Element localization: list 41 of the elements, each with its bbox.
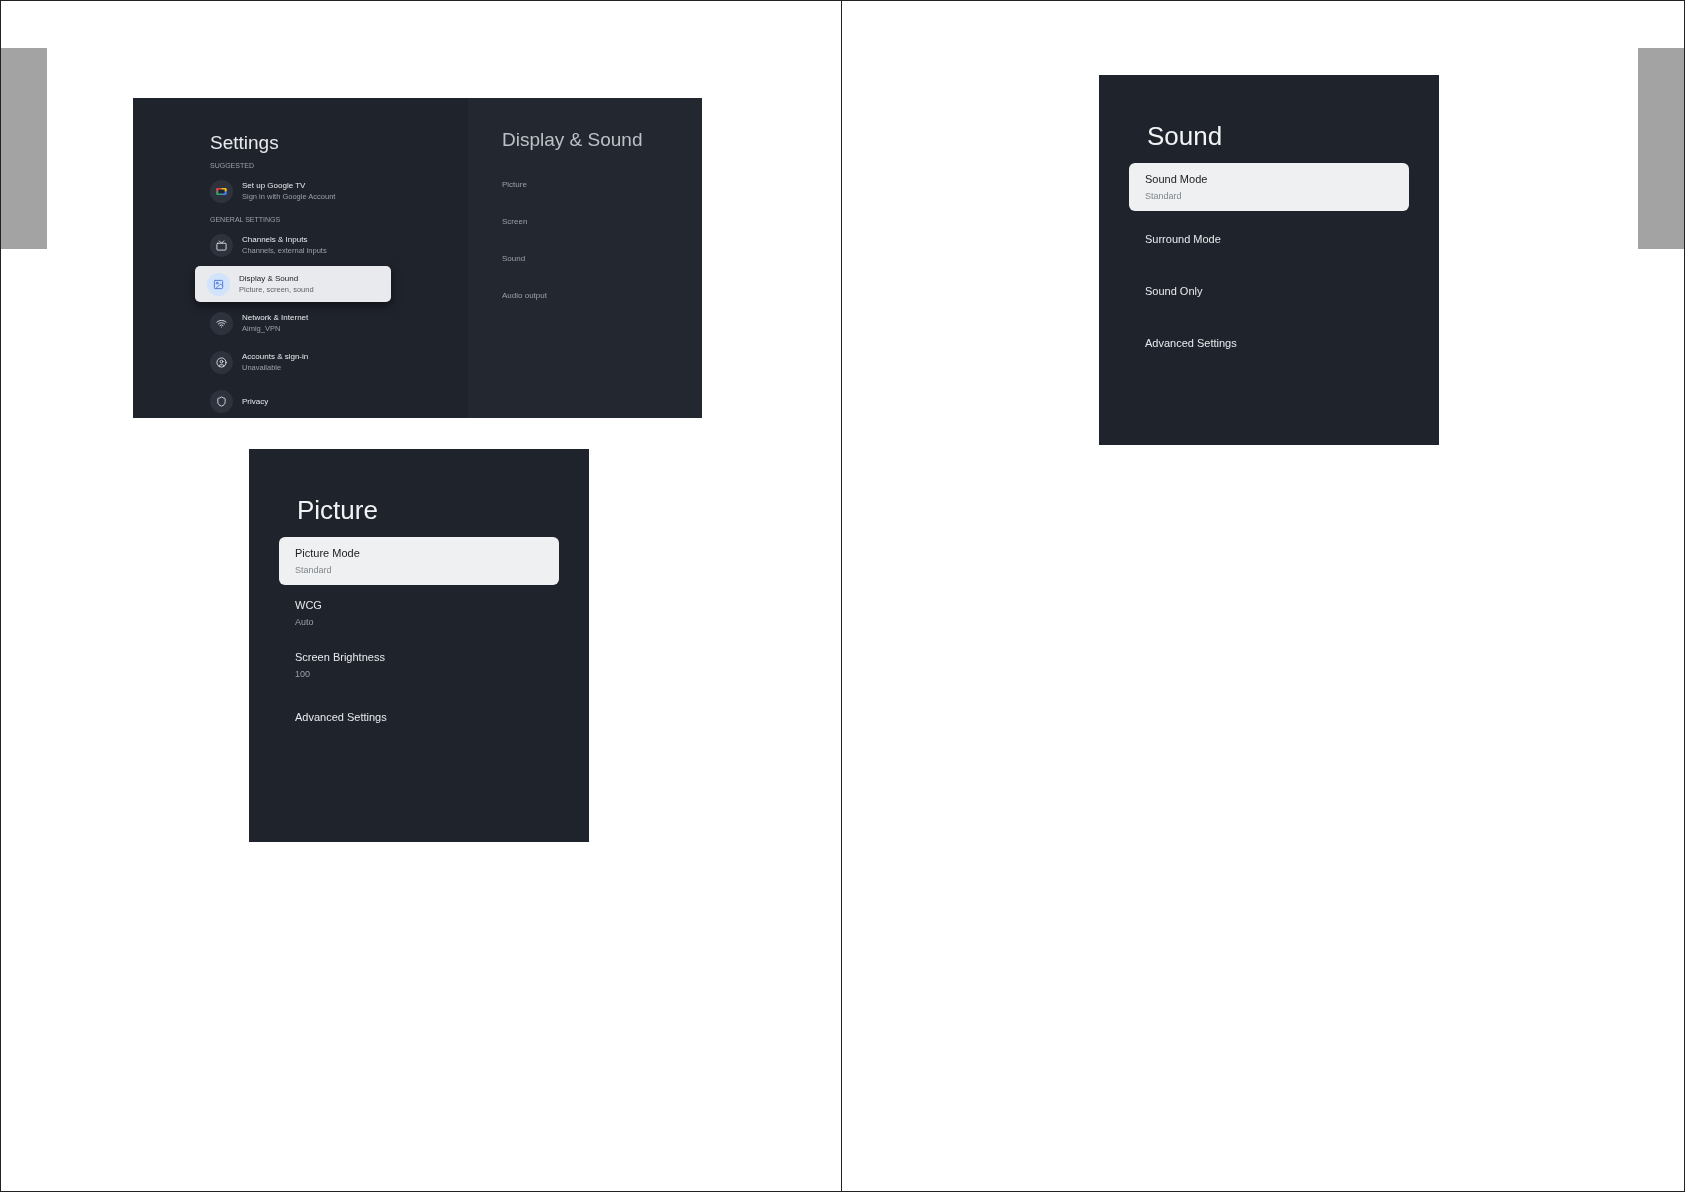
item-title: WCG <box>295 597 323 613</box>
item-subtitle: 100 <box>295 667 312 681</box>
item-title: Set up Google TV <box>242 180 307 191</box>
item-title: Surround Mode <box>1145 231 1222 247</box>
detail-item[interactable]: Picture <box>502 179 702 190</box>
settings-item[interactable]: Privacy <box>210 383 391 418</box>
screen-title: Settings <box>210 131 280 155</box>
detail-title: Display & Sound <box>502 128 644 152</box>
item-subtitle: Standard <box>1145 189 1183 203</box>
item-title: Accounts & sign-in <box>242 351 309 362</box>
menu-item[interactable]: Screen Brightness 100 <box>279 641 559 689</box>
item-title: Channels & Inputs <box>242 234 309 245</box>
menu-item[interactable]: Advanced Settings <box>279 693 559 741</box>
tv-logo-icon <box>216 185 227 197</box>
menu-item[interactable]: Surround Mode <box>1129 215 1409 263</box>
account-icon <box>216 356 227 368</box>
menu-item[interactable]: Picture Mode Standard <box>279 537 559 585</box>
shield-icon <box>216 395 227 407</box>
menu-item[interactable]: Sound Only <box>1129 267 1409 315</box>
menu-item[interactable]: Sound Mode Standard <box>1129 163 1409 211</box>
item-subtitle: Standard <box>295 563 333 577</box>
wifi-icon <box>216 317 227 329</box>
item-title: Network & Internet <box>242 312 309 323</box>
screen-title: Picture <box>296 494 379 527</box>
item-title: Sound Mode <box>1145 171 1209 187</box>
item-title: Sound Only <box>1145 283 1204 299</box>
monitor-icon <box>216 239 227 251</box>
item-title: Display & Sound <box>239 273 300 284</box>
item-title: Privacy <box>242 395 269 407</box>
menu-item[interactable]: WCG Auto <box>279 589 559 637</box>
screen-title: Sound <box>1146 120 1224 153</box>
item-subtitle: Auto <box>295 615 315 629</box>
menu-item[interactable]: Advanced Settings <box>1129 319 1409 367</box>
item-title: Advanced Settings <box>1145 335 1238 351</box>
detail-item[interactable]: Audio output <box>502 290 702 301</box>
item-title: Picture Mode <box>295 545 361 561</box>
image-icon <box>213 278 224 290</box>
item-title: Advanced Settings <box>295 709 388 725</box>
detail-item[interactable]: Sound <box>502 253 702 264</box>
detail-item[interactable]: Screen <box>502 216 702 227</box>
item-title: Screen Brightness <box>295 649 386 665</box>
